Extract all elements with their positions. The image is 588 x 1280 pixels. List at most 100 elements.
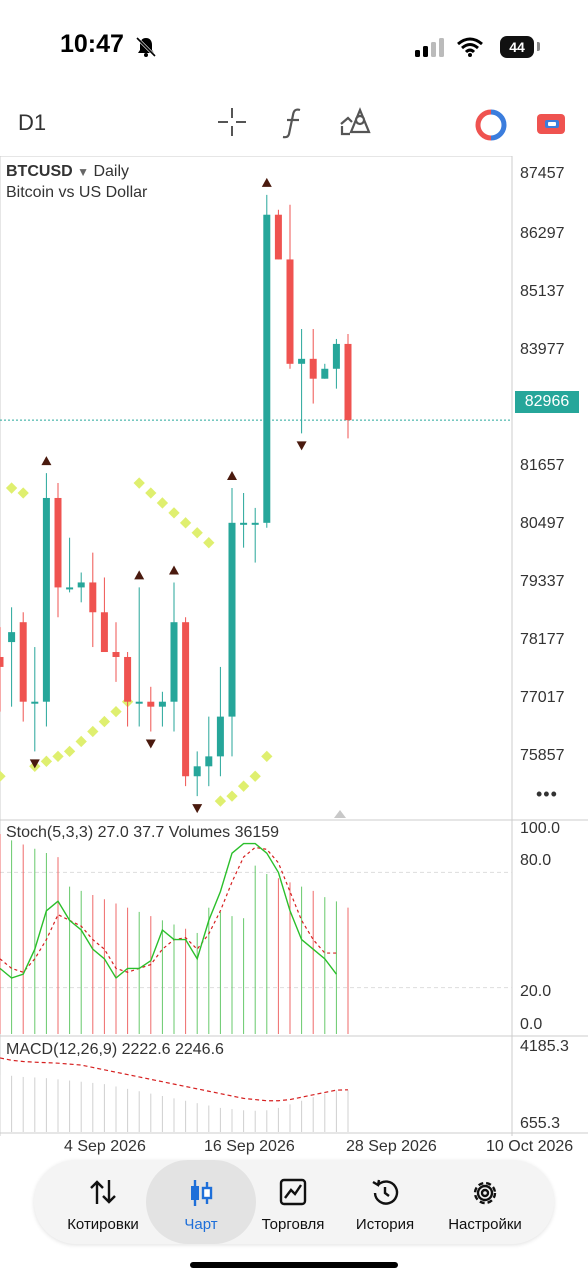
macd-label: MACD(12,26,9) 2222.6 2246.6 <box>6 1041 224 1058</box>
candle-body <box>124 656 132 702</box>
candle-body <box>332 343 340 369</box>
chart-icon <box>191 1180 213 1206</box>
quotes-icon <box>90 1180 116 1204</box>
stoch-signal-line <box>0 846 337 973</box>
sar-dot <box>75 735 87 748</box>
fractal-down-arrow <box>192 804 203 814</box>
sar-dot <box>191 527 203 539</box>
status-bar: 10:47 44 <box>0 0 588 96</box>
sar-dot <box>133 477 145 489</box>
sar-dot <box>237 780 250 792</box>
timeframe-button[interactable]: D1 <box>18 110 46 136</box>
price-axis-label: 78177 <box>520 631 565 648</box>
date-axis-label: 10 Oct 2026 <box>486 1138 574 1155</box>
candle-body <box>216 716 224 757</box>
cellular-signal-icon <box>415 38 444 57</box>
candle-body <box>309 358 317 379</box>
bell-muted-icon <box>135 36 157 58</box>
candle-body <box>112 652 120 657</box>
sar-dot <box>63 745 76 758</box>
candle-body <box>0 656 4 667</box>
fractal-down-arrow <box>145 739 156 749</box>
price-axis-label: 83977 <box>520 341 565 358</box>
date-axis-label: 4 Sep 2026 <box>64 1138 146 1155</box>
price-axis-label: 77017 <box>520 689 565 706</box>
sar-dot <box>203 537 215 549</box>
fractal-down-arrow <box>296 441 307 451</box>
sar-dot <box>5 482 18 494</box>
candle-body <box>298 358 306 364</box>
candle-body <box>42 497 50 702</box>
sar-dot <box>110 705 122 718</box>
sar-dot <box>168 507 180 519</box>
fractal-up-arrow <box>169 565 179 575</box>
fractal-up-arrow <box>261 177 272 187</box>
home-indicator <box>190 1262 398 1268</box>
price-axis-label: 85137 <box>520 283 565 300</box>
chart-area[interactable] <box>0 156 588 1136</box>
price-axis-label: 86297 <box>520 225 565 242</box>
macd-axis-label: 4185.3 <box>520 1038 569 1055</box>
symbol-name: BTCUSD <box>6 163 73 180</box>
candle-body <box>193 766 201 777</box>
candle-body <box>286 259 294 364</box>
fractal-up-arrow <box>41 456 52 466</box>
candle-body <box>66 587 74 590</box>
history-icon <box>372 1179 399 1205</box>
tab-quotes[interactable]: Котировки <box>48 1160 158 1244</box>
sar-dot <box>261 750 273 763</box>
sar-dot <box>98 715 111 728</box>
candle-body <box>8 632 16 643</box>
tab-history[interactable]: История <box>330 1160 440 1244</box>
candle-body <box>263 214 271 523</box>
candle-body <box>182 622 190 777</box>
account-icon[interactable] <box>535 110 567 138</box>
price-axis-label: 87457 <box>520 165 565 182</box>
trade-icon <box>279 1178 307 1206</box>
function-icon[interactable] <box>280 106 308 140</box>
price-axis-label: 79337 <box>520 573 565 590</box>
tab-label: История <box>355 1216 415 1233</box>
candle-body <box>205 756 213 767</box>
candle-body <box>54 497 62 588</box>
tab-label: Котировки <box>67 1216 139 1233</box>
sar-dot <box>40 755 53 767</box>
candle-body <box>158 701 166 707</box>
stoch-main-line <box>0 842 337 980</box>
sar-dot <box>214 795 227 807</box>
settings-icon <box>473 1181 497 1205</box>
sar-dot <box>179 517 192 529</box>
price-axis-label: 81657 <box>520 457 565 474</box>
sar-dot <box>0 770 6 782</box>
stoch-axis-label: 20.0 <box>520 983 552 1000</box>
macd-axis-label: 655.3 <box>520 1115 561 1132</box>
candle-body <box>19 622 27 702</box>
candle-body <box>240 522 248 525</box>
sar-dot <box>17 487 29 499</box>
sar-dot <box>145 487 157 499</box>
status-time: 10:47 <box>60 30 124 58</box>
price-chart[interactable] <box>0 156 588 1136</box>
wifi-icon <box>457 37 483 57</box>
candle-body <box>147 701 155 707</box>
macd-signal-line <box>0 1057 349 1102</box>
dropdown-arrow-icon: ▼ <box>77 165 90 179</box>
one-click-trading-icon[interactable] <box>474 108 508 142</box>
stoch-axis-label: 80.0 <box>520 852 552 869</box>
current-price-tag: 82966 <box>515 391 579 413</box>
sar-dot <box>87 725 99 738</box>
crosshair-icon[interactable] <box>216 106 248 138</box>
candle-body <box>228 522 236 717</box>
sar-dot <box>52 750 64 763</box>
tab-settings[interactable]: Настройки <box>430 1160 540 1244</box>
symbol-header[interactable]: BTCUSD ▼ Daily <box>6 163 129 181</box>
objects-icon[interactable] <box>338 106 372 140</box>
candle-body <box>89 582 97 613</box>
candle-body <box>321 368 329 379</box>
tab-label: Настройки <box>448 1216 522 1233</box>
more-options-icon[interactable]: ••• <box>536 784 558 805</box>
sar-dot <box>226 790 238 802</box>
candle-body <box>135 701 143 704</box>
price-axis-label: 75857 <box>520 747 565 764</box>
candle-body <box>344 343 352 421</box>
